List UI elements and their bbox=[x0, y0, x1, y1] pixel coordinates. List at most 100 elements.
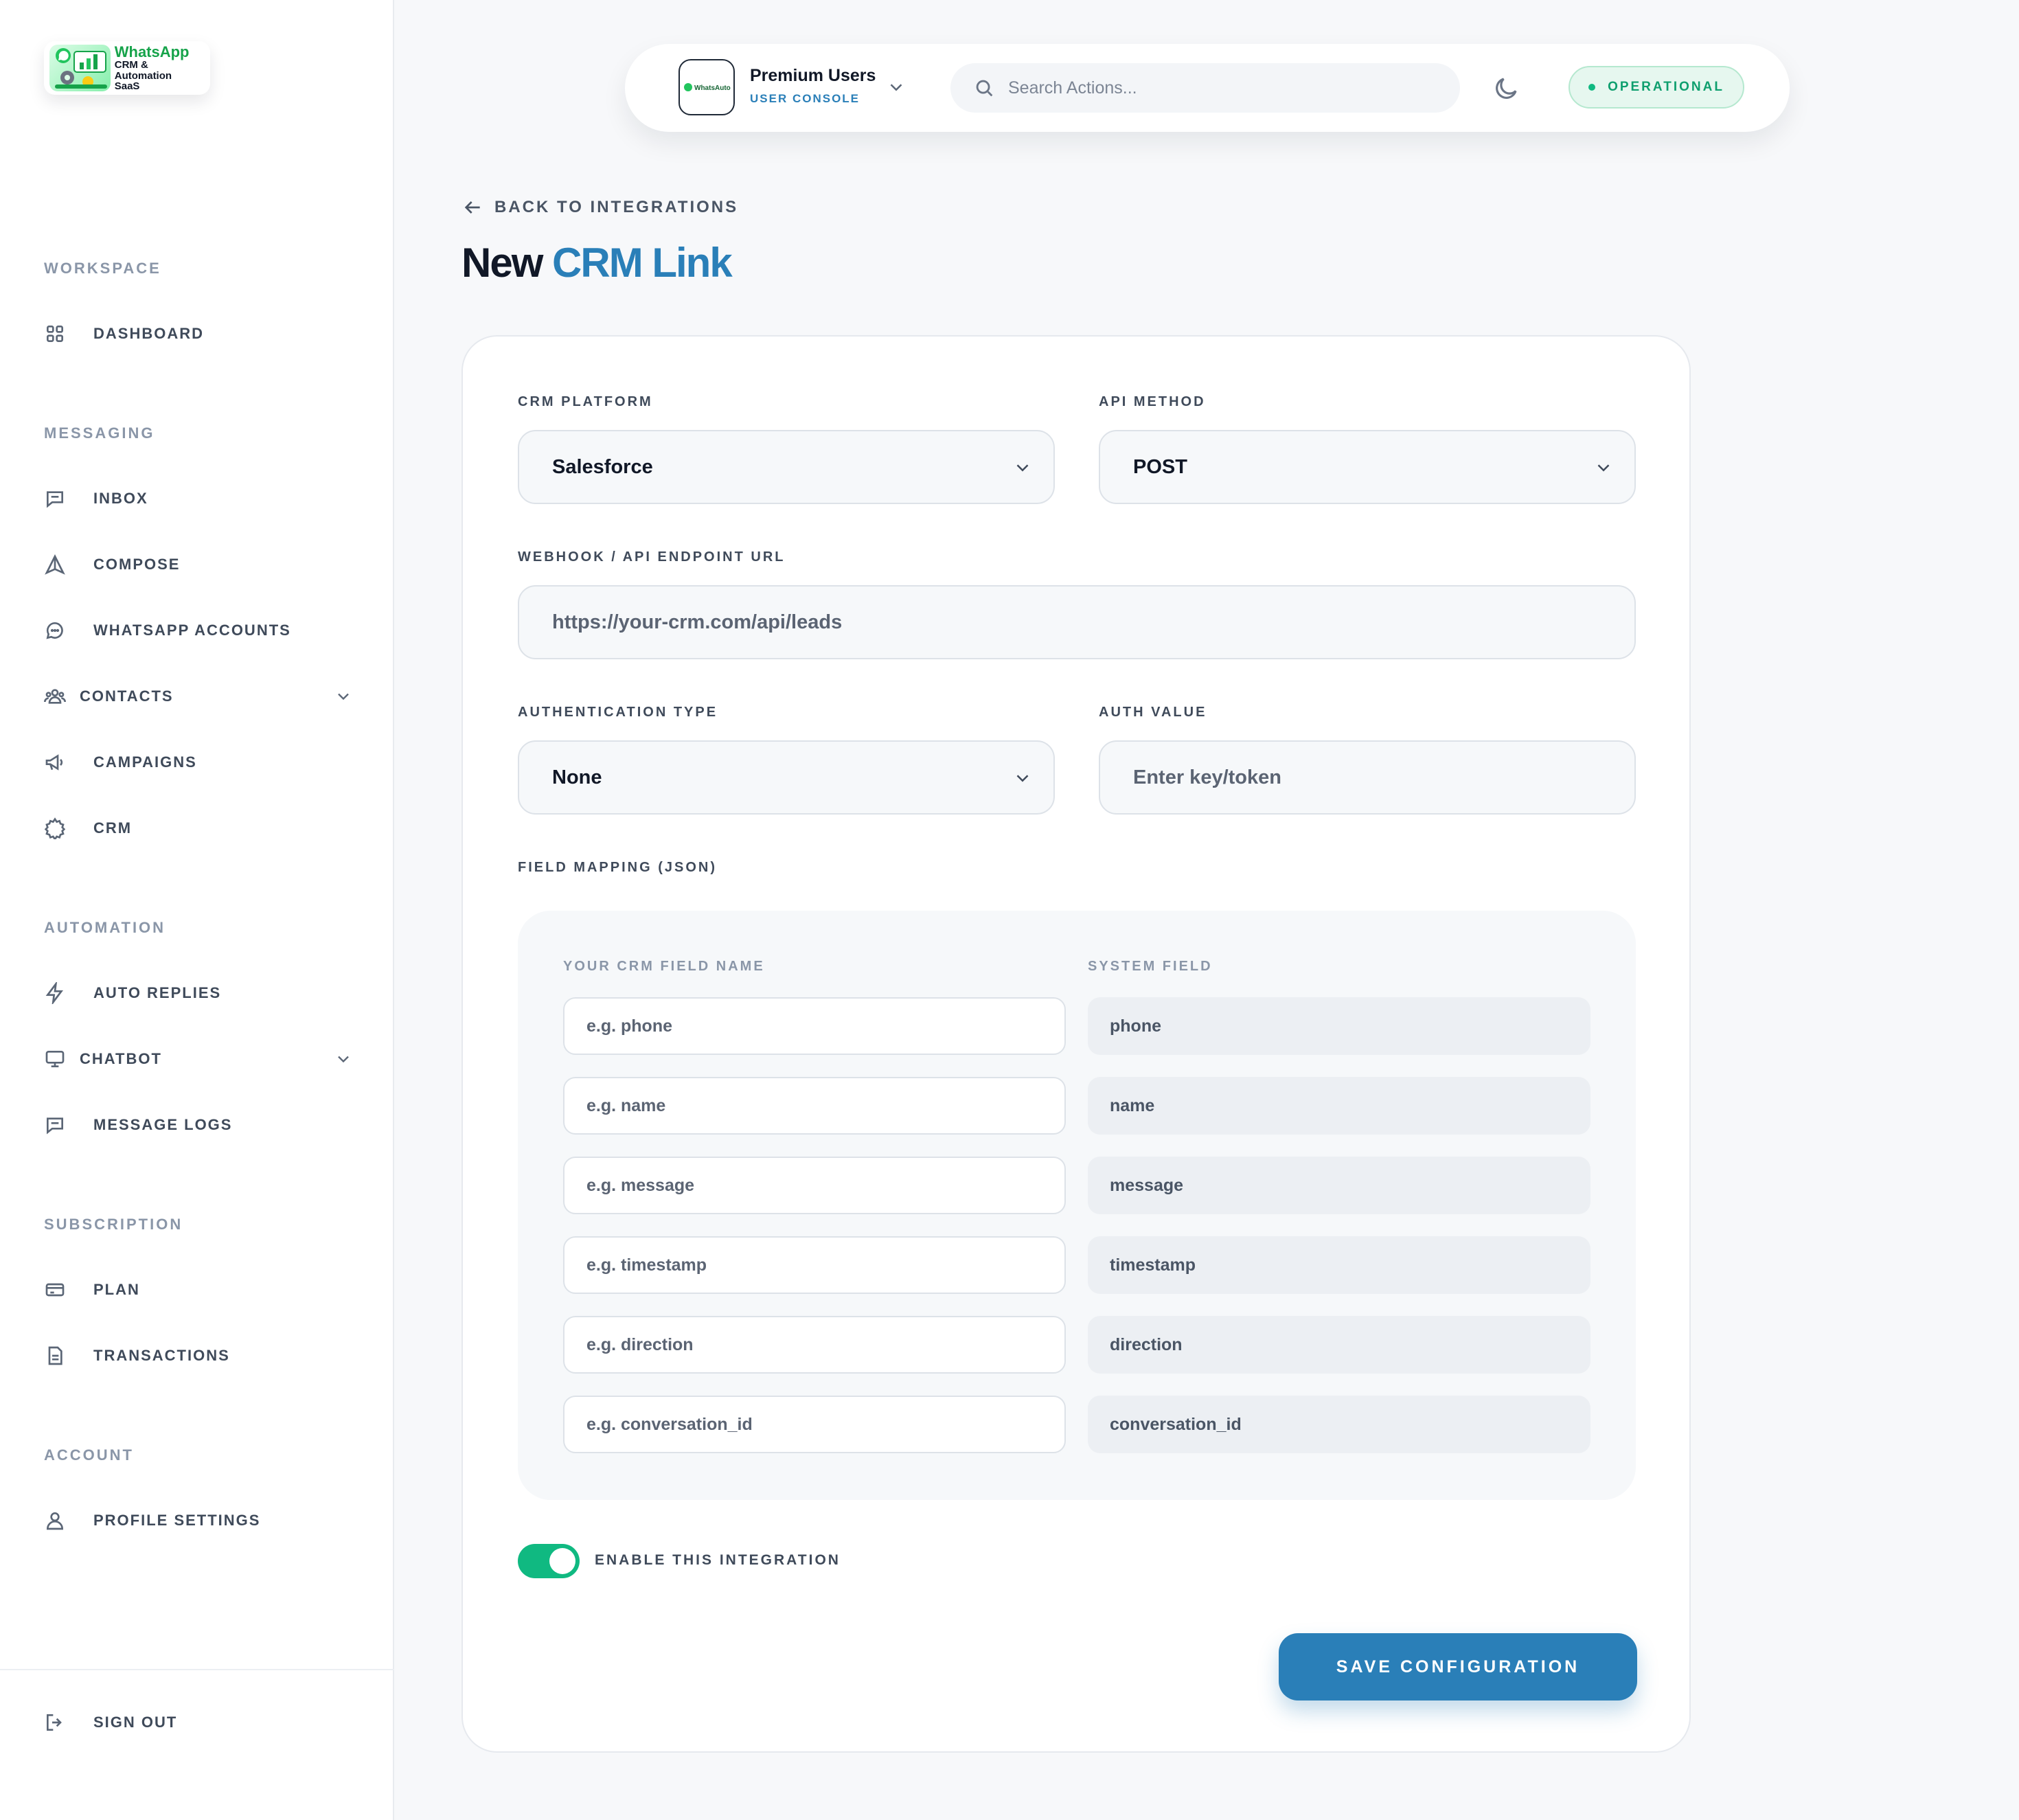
crm-field-input[interactable]: e.g. phone bbox=[563, 997, 1066, 1055]
sidebar-divider bbox=[0, 1669, 394, 1670]
sidebar-item-campaigns[interactable]: CAMPAIGNS bbox=[44, 742, 353, 783]
chevron-down-icon bbox=[1012, 768, 1033, 788]
sidebar-item-message-logs[interactable]: MESSAGE LOGS bbox=[44, 1104, 353, 1146]
mapping-col-crm-field: YOUR CRM FIELD NAME bbox=[563, 959, 765, 974]
section-subscription: SUBSCRIPTION bbox=[44, 1216, 183, 1233]
sidebar-item-dashboard[interactable]: DASHBOARD bbox=[44, 313, 353, 354]
chevron-down-icon bbox=[1593, 457, 1614, 478]
save-configuration-label: SAVE CONFIGURATION bbox=[1336, 1657, 1580, 1676]
crm-platform-label: CRM PLATFORM bbox=[518, 394, 653, 409]
crm-field-input[interactable]: e.g. name bbox=[563, 1077, 1066, 1135]
sidebar-item-crm[interactable]: CRM bbox=[44, 808, 353, 849]
sidebar-item-label: CHATBOT bbox=[80, 1050, 162, 1067]
auth-value-label: AUTH VALUE bbox=[1099, 705, 1207, 720]
crm-platform-select[interactable]: Salesforce bbox=[518, 430, 1055, 504]
sidebar-item-whatsapp-accounts[interactable]: WHATSAPP ACCOUNTS bbox=[44, 610, 353, 651]
sidebar-item-transactions[interactable]: TRANSACTIONS bbox=[44, 1335, 353, 1376]
org-subtitle: USER CONSOLE bbox=[750, 92, 860, 105]
chat-square-icon bbox=[44, 1114, 66, 1136]
crm-link-form: CRM PLATFORM Salesforce API METHOD POST … bbox=[461, 335, 1691, 1753]
system-field-value: phone bbox=[1110, 1016, 1161, 1036]
sidebar-item-label: CAMPAIGNS bbox=[93, 753, 197, 771]
system-field-value: message bbox=[1110, 1175, 1184, 1195]
logo-tagline: SaaS bbox=[114, 80, 140, 93]
crm-field-input[interactable]: e.g. message bbox=[563, 1157, 1066, 1214]
status-badge: OPERATIONAL bbox=[1569, 66, 1744, 109]
api-method-select[interactable]: POST bbox=[1099, 430, 1636, 504]
section-messaging: MESSAGING bbox=[44, 424, 155, 442]
sidebar-item-profile-settings[interactable]: PROFILE SETTINGS bbox=[44, 1500, 353, 1541]
endpoint-url-input[interactable]: https://your-crm.com/api/leads bbox=[518, 585, 1636, 659]
crm-platform-value: Salesforce bbox=[552, 455, 653, 478]
auth-type-label: AUTHENTICATION TYPE bbox=[518, 705, 718, 720]
logout-icon bbox=[44, 1711, 66, 1733]
crm-field-placeholder: e.g. phone bbox=[586, 1016, 672, 1036]
sign-out-button[interactable]: SIGN OUT bbox=[44, 1702, 353, 1743]
grid-icon bbox=[44, 323, 66, 345]
search-icon bbox=[972, 76, 996, 100]
logo-title: WhatsApp bbox=[114, 43, 190, 60]
card-icon bbox=[44, 1279, 66, 1301]
toggle-knob bbox=[549, 1548, 575, 1574]
sidebar-item-compose[interactable]: COMPOSE bbox=[44, 544, 353, 585]
search-bar[interactable] bbox=[950, 63, 1460, 113]
section-workspace: WORKSPACE bbox=[44, 260, 161, 277]
sidebar-item-label: DASHBOARD bbox=[93, 325, 204, 342]
brand-logo[interactable]: WhatsApp CRM & Automation SaaS bbox=[44, 41, 210, 95]
sidebar: WhatsApp CRM & Automation SaaS WORKSPACE… bbox=[0, 0, 394, 1820]
field-mapping-label: FIELD MAPPING (JSON) bbox=[518, 860, 718, 875]
sidebar-item-label: MESSAGE LOGS bbox=[93, 1116, 233, 1133]
save-configuration-button[interactable]: SAVE CONFIGURATION bbox=[1279, 1633, 1637, 1700]
arrow-left-icon bbox=[461, 196, 483, 218]
auth-type-value: None bbox=[552, 766, 602, 788]
api-method-value: POST bbox=[1133, 455, 1187, 478]
system-field-value: direction bbox=[1110, 1334, 1183, 1354]
org-logo-text: WhatsAuto bbox=[694, 84, 731, 92]
page-title: New CRM Link bbox=[461, 239, 733, 286]
auth-value-input[interactable]: Enter key/token bbox=[1099, 740, 1636, 815]
sidebar-item-chatbot[interactable]: CHATBOT bbox=[44, 1038, 353, 1080]
org-logo[interactable]: WhatsAuto bbox=[678, 59, 735, 115]
auth-type-select[interactable]: None bbox=[518, 740, 1055, 815]
users-icon bbox=[44, 685, 66, 707]
enable-integration-toggle[interactable] bbox=[518, 1544, 580, 1578]
sidebar-item-inbox[interactable]: INBOX bbox=[44, 478, 353, 519]
crm-field-placeholder: e.g. name bbox=[586, 1095, 666, 1115]
crm-field-input[interactable]: e.g. direction bbox=[563, 1316, 1066, 1374]
auth-value-placeholder: Enter key/token bbox=[1133, 766, 1281, 788]
crm-field-placeholder: e.g. direction bbox=[586, 1334, 694, 1354]
logo-subtitle: CRM & Automation bbox=[114, 58, 172, 82]
system-field: name bbox=[1088, 1077, 1590, 1135]
sidebar-item-label: WHATSAPP ACCOUNTS bbox=[93, 622, 291, 639]
crm-field-input[interactable]: e.g. conversation_id bbox=[563, 1396, 1066, 1453]
sign-out-label: SIGN OUT bbox=[93, 1714, 178, 1731]
status-text: OPERATIONAL bbox=[1608, 80, 1724, 94]
chat-square-icon bbox=[44, 488, 66, 510]
sidebar-item-label: COMPOSE bbox=[93, 556, 181, 573]
sidebar-item-label: INBOX bbox=[93, 490, 148, 507]
api-method-label: API METHOD bbox=[1099, 394, 1206, 409]
sidebar-item-auto-replies[interactable]: AUTO REPLIES bbox=[44, 972, 353, 1014]
endpoint-placeholder: https://your-crm.com/api/leads bbox=[552, 611, 843, 633]
chat-bubble-icon bbox=[44, 619, 66, 641]
document-icon bbox=[44, 1345, 66, 1367]
org-name[interactable]: Premium Users bbox=[750, 66, 876, 86]
crm-field-placeholder: e.g. message bbox=[586, 1175, 695, 1195]
page-title-accent: CRM Link bbox=[552, 240, 733, 286]
moon-icon[interactable] bbox=[1492, 74, 1520, 103]
sidebar-item-plan[interactable]: PLAN bbox=[44, 1269, 353, 1310]
sidebar-item-contacts[interactable]: CONTACTS bbox=[44, 676, 353, 717]
chevron-down-icon[interactable] bbox=[886, 77, 906, 98]
crm-field-placeholder: e.g. conversation_id bbox=[586, 1414, 753, 1434]
system-field: direction bbox=[1088, 1316, 1590, 1374]
crm-field-input[interactable]: e.g. timestamp bbox=[563, 1236, 1066, 1294]
sidebar-item-label: TRANSACTIONS bbox=[93, 1347, 230, 1364]
sidebar-item-label: PROFILE SETTINGS bbox=[93, 1512, 261, 1529]
field-mapping-panel: YOUR CRM FIELD NAME SYSTEM FIELD e.g. ph… bbox=[518, 911, 1636, 1500]
sidebar-item-label: CRM bbox=[93, 819, 133, 837]
chevron-down-icon[interactable] bbox=[334, 687, 353, 706]
chevron-down-icon[interactable] bbox=[334, 1049, 353, 1069]
search-input[interactable] bbox=[1007, 77, 1419, 99]
monitor-icon bbox=[44, 1048, 66, 1070]
back-to-integrations-link[interactable]: BACK TO INTEGRATIONS bbox=[461, 196, 738, 218]
